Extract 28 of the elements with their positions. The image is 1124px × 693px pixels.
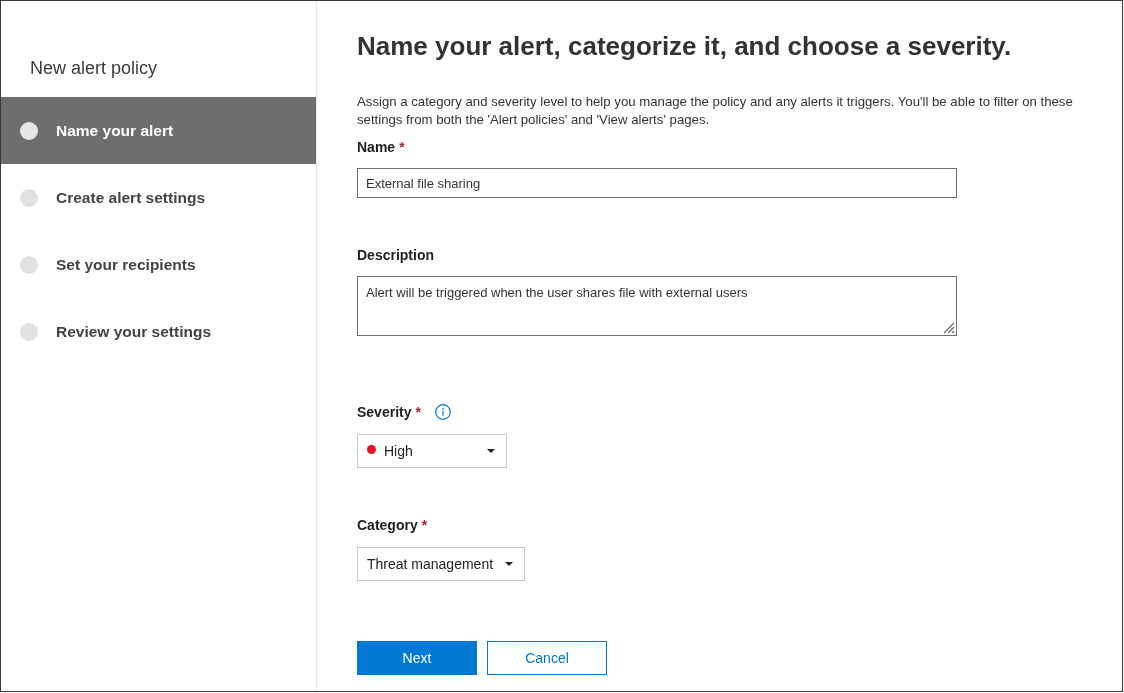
step-dot-icon xyxy=(20,188,38,207)
info-icon[interactable] xyxy=(434,404,451,420)
page-heading: Name your alert, categorize it, and choose a severity. xyxy=(357,30,1012,63)
category-dropdown[interactable]: Threat management xyxy=(357,547,525,581)
required-mark: * xyxy=(421,517,428,533)
field-label: Description xyxy=(357,247,434,263)
required-mark: * xyxy=(399,139,405,155)
field-label: Name xyxy=(357,139,396,155)
description-textarea[interactable]: Alert will be triggered when the user shares file with external users xyxy=(357,276,957,336)
step-item[interactable]: Name your alert xyxy=(1,97,316,164)
next-button[interactable]: Next xyxy=(357,641,477,675)
caret-icon xyxy=(505,562,513,566)
field-label: Category xyxy=(357,517,418,533)
step-item[interactable]: Set your recipients xyxy=(1,231,316,298)
field-label: Severity xyxy=(357,404,412,420)
resize-grip-icon[interactable] xyxy=(943,322,955,334)
step-dot-icon xyxy=(20,121,38,140)
cancel-button[interactable]: Cancel xyxy=(487,641,607,675)
wizard-title: New alert policy xyxy=(29,57,159,80)
intro-text: Assign a category and severity level to help you manage the policy and any alerts it triggers. You'll be able to filter on these settings from both the 'Alert policies' and 'View alerts' pages. xyxy=(357,93,1074,129)
required-mark: * xyxy=(415,404,421,420)
name-input[interactable]: External file sharing xyxy=(357,168,957,198)
step-item[interactable]: Create alert settings xyxy=(1,164,316,231)
step-dot-icon xyxy=(20,322,38,341)
severity-dropdown[interactable]: High xyxy=(357,434,507,468)
step-dot-icon xyxy=(20,255,38,274)
caret-icon xyxy=(487,449,495,453)
step-item[interactable]: Review your settings xyxy=(1,298,316,365)
